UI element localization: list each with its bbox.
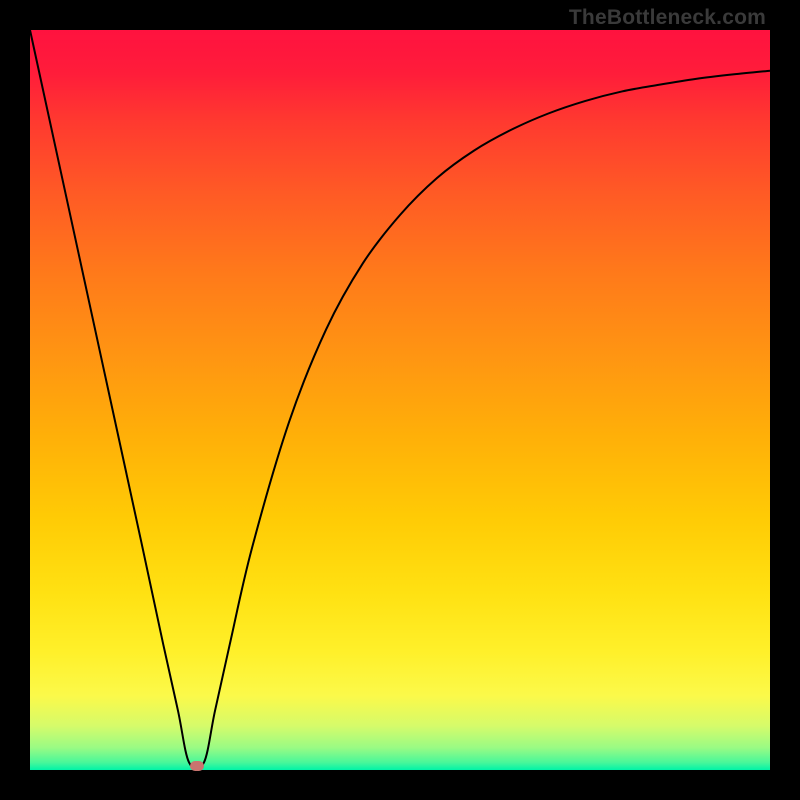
curve-svg — [30, 30, 770, 770]
chart-frame: TheBottleneck.com — [0, 0, 800, 800]
bottleneck-curve — [30, 30, 770, 769]
attribution-text: TheBottleneck.com — [569, 6, 766, 30]
plot-area — [30, 30, 770, 770]
min-marker — [190, 761, 204, 771]
